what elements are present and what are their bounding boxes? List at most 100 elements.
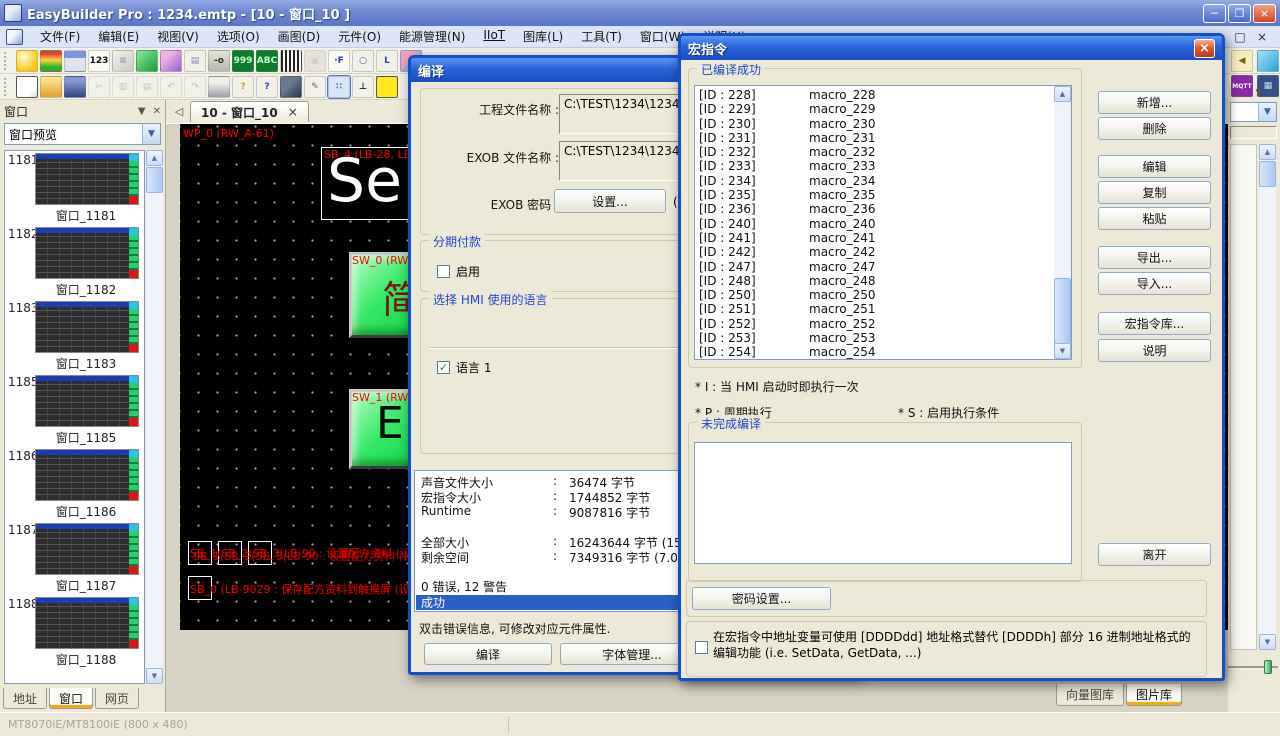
slider-knob[interactable] [1264,660,1272,674]
save-project-icon[interactable] [64,76,86,98]
context-help-icon[interactable]: ? [256,76,278,98]
macro-password-button[interactable]: 密码设置... [692,587,831,610]
macro-list-row[interactable]: [ID : 250]macro_250 [695,288,1054,302]
mdi-close-button[interactable]: × [1254,30,1270,44]
scroll-up-icon[interactable]: ▲ [1054,86,1071,102]
macro-list-row[interactable]: [ID : 247]macro_247 [695,260,1054,274]
scroll-thumb[interactable] [146,167,163,193]
window-list-item[interactable]: 1188窗口_1188 [5,595,144,669]
macro-library-button[interactable]: 宏指令库... [1098,312,1211,335]
macro-list-row[interactable]: [ID : 240]macro_240 [695,217,1054,231]
macro-list-row[interactable]: [ID : 228]macro_228 [695,88,1054,102]
switch-object-icon[interactable]: -o [208,50,230,72]
language1-checkbox[interactable]: ✓ [437,361,450,374]
about-help-icon[interactable]: ? [232,76,254,98]
menu-item[interactable]: 元件(O) [329,26,390,47]
numeric-123-icon[interactable]: 123 [88,50,110,72]
system-parameter-icon[interactable] [16,50,38,72]
scroll-thumb[interactable] [1054,278,1071,344]
macro-copy-button[interactable]: 复制 [1098,181,1211,204]
scheduler-clock-icon[interactable]: ○ [352,50,374,72]
panel-close-icon[interactable]: ✕ [1268,88,1276,98]
picture-object-icon[interactable] [160,50,182,72]
scroll-up-icon[interactable]: ▲ [146,150,163,166]
macro-list-row[interactable]: [ID : 232]macro_232 [695,145,1054,159]
macro-list-row[interactable]: [ID : 234]macro_234 [695,174,1054,188]
sound-icon[interactable]: ◀ [1231,50,1253,72]
shape-library-icon[interactable] [136,50,158,72]
macro-list-row[interactable]: [ID : 241]macro_241 [695,231,1054,245]
tab-close-icon[interactable]: × [288,105,298,119]
menu-item[interactable]: 能源管理(N) [390,26,474,47]
macro-list-row[interactable]: [ID : 233]macro_233 [695,159,1054,173]
macro-new-button[interactable]: 新增... [1098,91,1211,114]
rectangle-tool-icon[interactable] [376,76,398,98]
traffic-light-icon[interactable] [40,50,62,72]
tab-图片库[interactable]: 图片库 [1126,684,1182,706]
window-list-scrollbar[interactable]: ▲ ▼ [146,150,163,684]
hmi-attribute-icon[interactable] [64,50,86,72]
macro-list-row[interactable]: [ID : 251]macro_251 [695,302,1054,316]
scroll-up-icon[interactable]: ▲ [1259,144,1276,160]
address-tag-icon[interactable]: ▤ [184,50,206,72]
panel-menu-icon[interactable]: ▼ [138,106,146,117]
video-icon[interactable] [1257,50,1279,72]
open-project-icon[interactable] [40,76,62,98]
macro-list-row[interactable]: [ID : 242]macro_242 [695,245,1054,259]
macro-list-row[interactable]: [ID : 235]macro_235 [695,188,1054,202]
zoom-slider[interactable] [1228,660,1278,674]
macro-paste-button[interactable]: 粘贴 [1098,207,1211,230]
chevron-down-icon[interactable]: ▼ [1258,103,1276,121]
menu-item[interactable]: 文件(F) [31,26,89,47]
window-list-item[interactable]: 1185窗口_1185 [5,373,144,447]
tab-向量图库[interactable]: 向量图库 [1056,684,1124,706]
macro-list-row[interactable]: [ID : 254]macro_254 [695,345,1054,359]
menu-item[interactable]: IIoT [474,26,514,47]
library-scrollbar[interactable]: ▲ ▼ [1259,144,1276,650]
ascii-display-icon[interactable]: ABC [256,50,278,72]
macro-list-row[interactable]: [ID : 252]macro_252 [695,317,1054,331]
macro-list-row[interactable]: [ID : 236]macro_236 [695,202,1054,216]
close-button[interactable]: × [1253,4,1276,23]
pending-list[interactable] [694,442,1072,564]
macro-edit-button[interactable]: 编辑 [1098,155,1211,178]
window-list-item[interactable]: 1181窗口_1181 [5,151,144,225]
tab-scroll-left-icon[interactable]: ◁ [171,103,187,119]
find-object-icon[interactable] [280,76,302,98]
print-icon[interactable] [208,76,230,98]
chevron-down-icon[interactable]: ▼ [142,124,160,144]
minimize-button[interactable]: ─ [1203,4,1226,23]
scroll-down-icon[interactable]: ▼ [146,668,163,684]
toolbar-grip[interactable] [4,78,10,96]
mdi-restore-button[interactable]: □ [1232,30,1248,44]
library-select[interactable]: ▼ [1230,102,1277,122]
toolbar-grip[interactable] [4,52,10,70]
menu-item[interactable]: 图库(L) [514,26,572,47]
function-key-icon[interactable]: ·F [328,50,350,72]
scroll-down-icon[interactable]: ▼ [1054,343,1071,359]
barcode-icon[interactable] [280,50,302,72]
menu-item[interactable]: 画图(D) [269,26,330,47]
menu-item[interactable]: 选项(O) [208,26,269,47]
panel-close-icon[interactable]: ✕ [153,106,161,117]
window-view-select[interactable]: 窗口预览 ▼ [4,123,161,145]
compile-button[interactable]: 编译 [424,643,552,665]
menu-item[interactable]: 编辑(E) [89,26,148,47]
macro-list-row[interactable]: [ID : 248]macro_248 [695,274,1054,288]
panel-menu-icon[interactable]: ▼ [1256,88,1263,98]
macro-help-button[interactable]: 说明 [1098,339,1211,362]
align-object-icon[interactable]: ⊥ [352,76,374,98]
data-sampling-icon[interactable]: L [376,50,398,72]
tab-窗口[interactable]: 窗口 [49,688,93,709]
window-list-item[interactable]: 1183窗口_1183 [5,299,144,373]
scroll-down-icon[interactable]: ▼ [1259,634,1276,650]
address-format-checkbox[interactable] [695,641,708,654]
macro-list[interactable]: [ID : 228]macro_228[ID : 229]macro_229[I… [694,85,1072,360]
macro-exit-button[interactable]: 离开 [1098,543,1211,566]
draw-pen-icon[interactable]: ✎ [304,76,326,98]
macro-delete-button[interactable]: 删除 [1098,117,1211,140]
layers-icon[interactable]: ≡ [112,50,134,72]
close-icon[interactable]: × [1194,39,1215,58]
tab-window-10[interactable]: 10 - 窗口_10 × [190,101,309,122]
macro-list-row[interactable]: [ID : 230]macro_230 [695,117,1054,131]
